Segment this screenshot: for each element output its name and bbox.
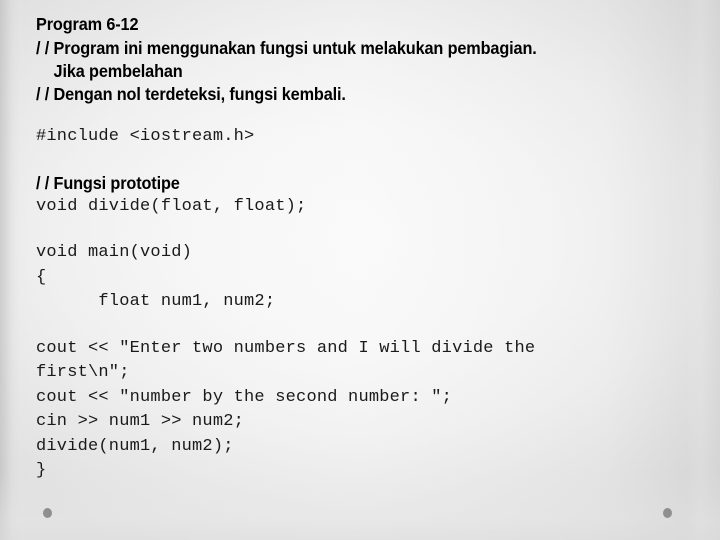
bullet-dot-right-icon [663, 508, 672, 518]
bullet-dot-left-icon [43, 508, 52, 518]
left-edge-shading [0, 0, 26, 540]
code-line-divide-call: divide(num1, num2); [36, 436, 234, 456]
prototype-comment: / / Fungsi prototipe [36, 172, 180, 193]
spacer-after-comments [36, 106, 686, 125]
code-line-cout-first-a: cout << "Enter two numbers and I will di… [36, 338, 536, 358]
code-line-cin: cin >> num1 >> num2; [36, 412, 245, 431]
right-edge-shading [686, 0, 720, 540]
code-line-cout-second: cout << "number by the second number: "; [36, 387, 453, 407]
spacer-before-main [36, 219, 686, 241]
slide-canvas: Program 6-12 / / Program ini menggunakan… [0, 0, 720, 540]
code-line-open-brace: { [36, 267, 47, 287]
spacer-before-cout [36, 315, 686, 337]
spacer-after-include [36, 150, 686, 172]
comment-line-3: / / Dengan nol terdeteksi, fungsi kembal… [36, 84, 346, 104]
include-directive: #include <iostream.h> [36, 127, 255, 146]
comment-line-2: Jika pembelahan [36, 61, 183, 81]
code-line-float-decl: float num1, num2; [36, 292, 276, 311]
prototype-declaration: void divide(float, float); [36, 196, 307, 216]
code-line-close-brace: } [36, 461, 47, 480]
slide-title: Program 6-12 [36, 14, 139, 34]
comment-line-1: / / Program ini menggunakan fungsi untuk… [36, 38, 537, 58]
code-line-cout-first-b: first\n"; [36, 363, 130, 382]
code-line-main-signature: void main(void) [36, 243, 193, 262]
slide-content: Program 6-12 / / Program ini menggunakan… [36, 12, 686, 484]
